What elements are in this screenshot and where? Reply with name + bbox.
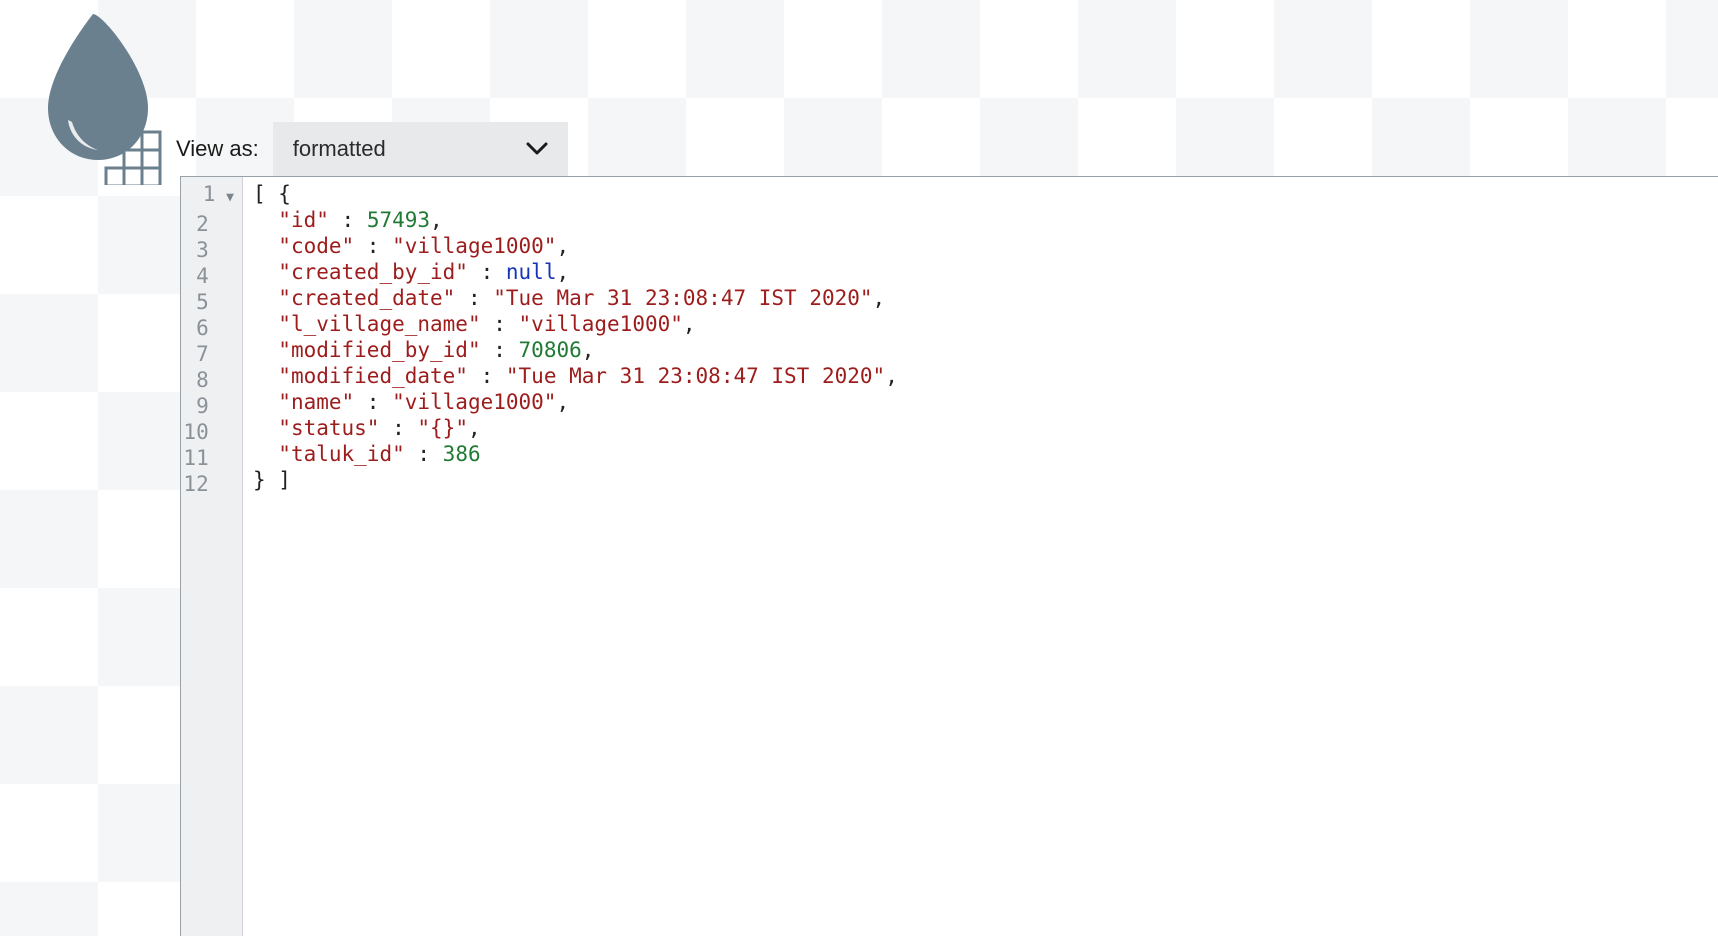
- fold-caret-icon[interactable]: ▼: [218, 190, 234, 205]
- line-number: 9: [181, 393, 234, 419]
- line-number: 3: [181, 237, 234, 263]
- json-editor[interactable]: 1 ▼2 3 4 5 6 7 8 9 10 11 12 [ { "id" : 5…: [180, 176, 1718, 936]
- view-as-label: View as:: [176, 136, 259, 162]
- line-number: 12: [181, 471, 234, 497]
- line-number: 11: [181, 445, 234, 471]
- view-as-select[interactable]: formatted: [273, 122, 568, 176]
- line-number: 2: [181, 211, 234, 237]
- view-as-value: formatted: [293, 136, 386, 162]
- line-number: 4: [181, 263, 234, 289]
- line-number: 5: [181, 289, 234, 315]
- line-number: 10: [181, 419, 234, 445]
- line-number: 8: [181, 367, 234, 393]
- line-number: 1 ▼: [181, 181, 234, 211]
- code-area[interactable]: [ { "id" : 57493, "code" : "village1000"…: [243, 177, 1718, 936]
- view-toolbar: View as: formatted: [176, 122, 568, 176]
- app-logo: [28, 10, 168, 185]
- chevron-down-icon: [526, 136, 548, 162]
- line-number: 7: [181, 341, 234, 367]
- line-gutter: 1 ▼2 3 4 5 6 7 8 9 10 11 12: [181, 177, 243, 936]
- line-number: 6: [181, 315, 234, 341]
